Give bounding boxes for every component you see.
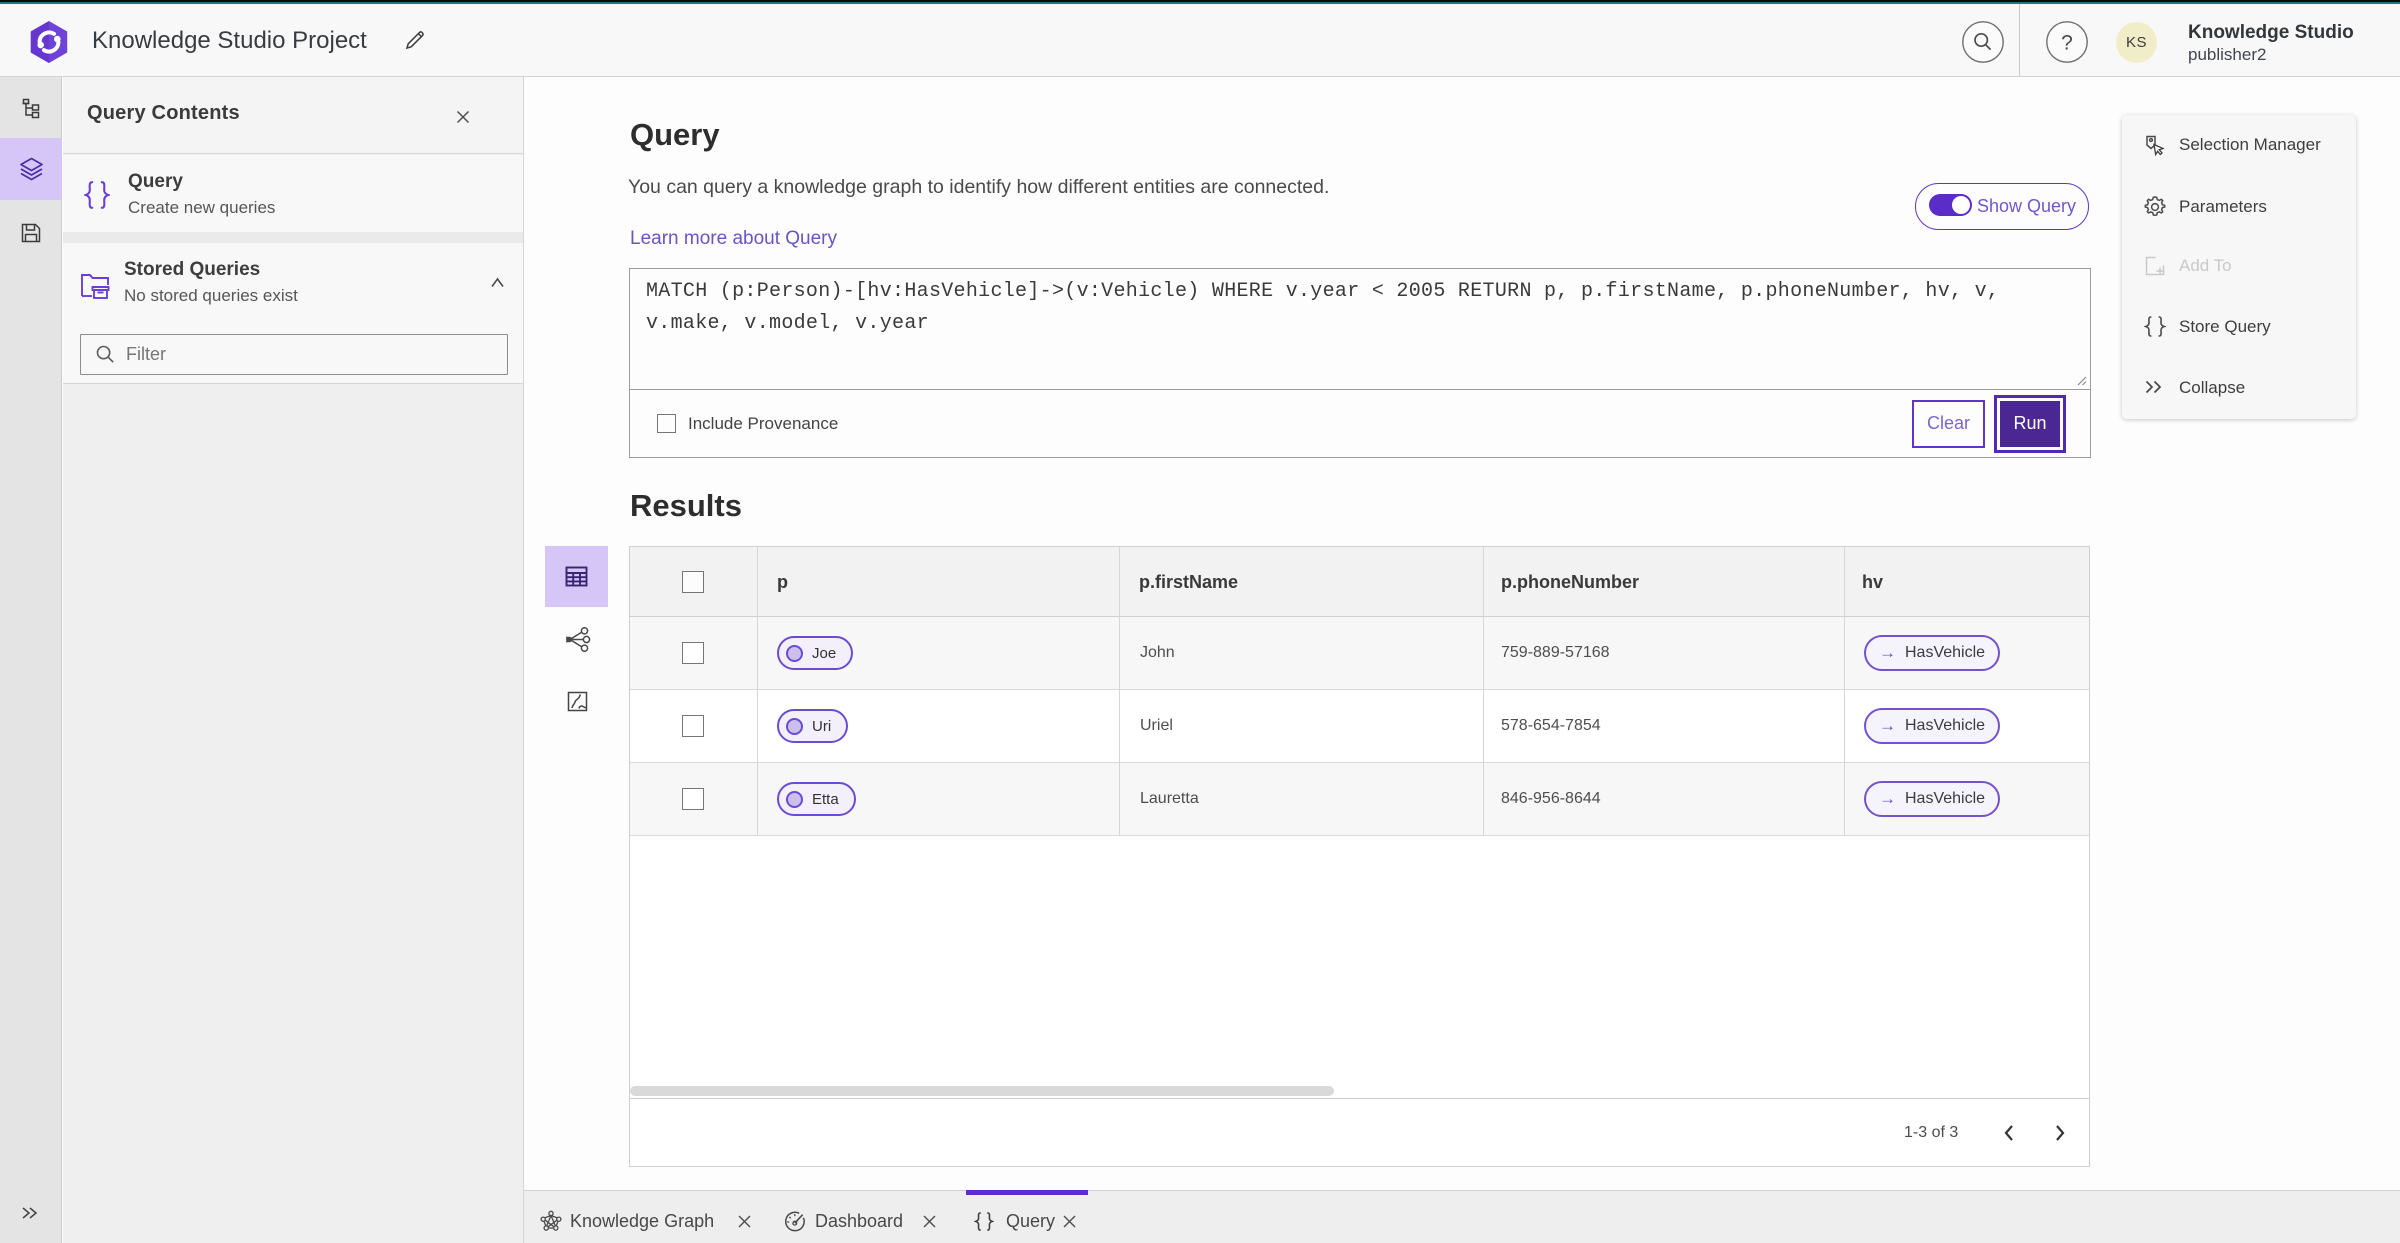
svg-text:?: ? <box>2061 32 2073 55</box>
